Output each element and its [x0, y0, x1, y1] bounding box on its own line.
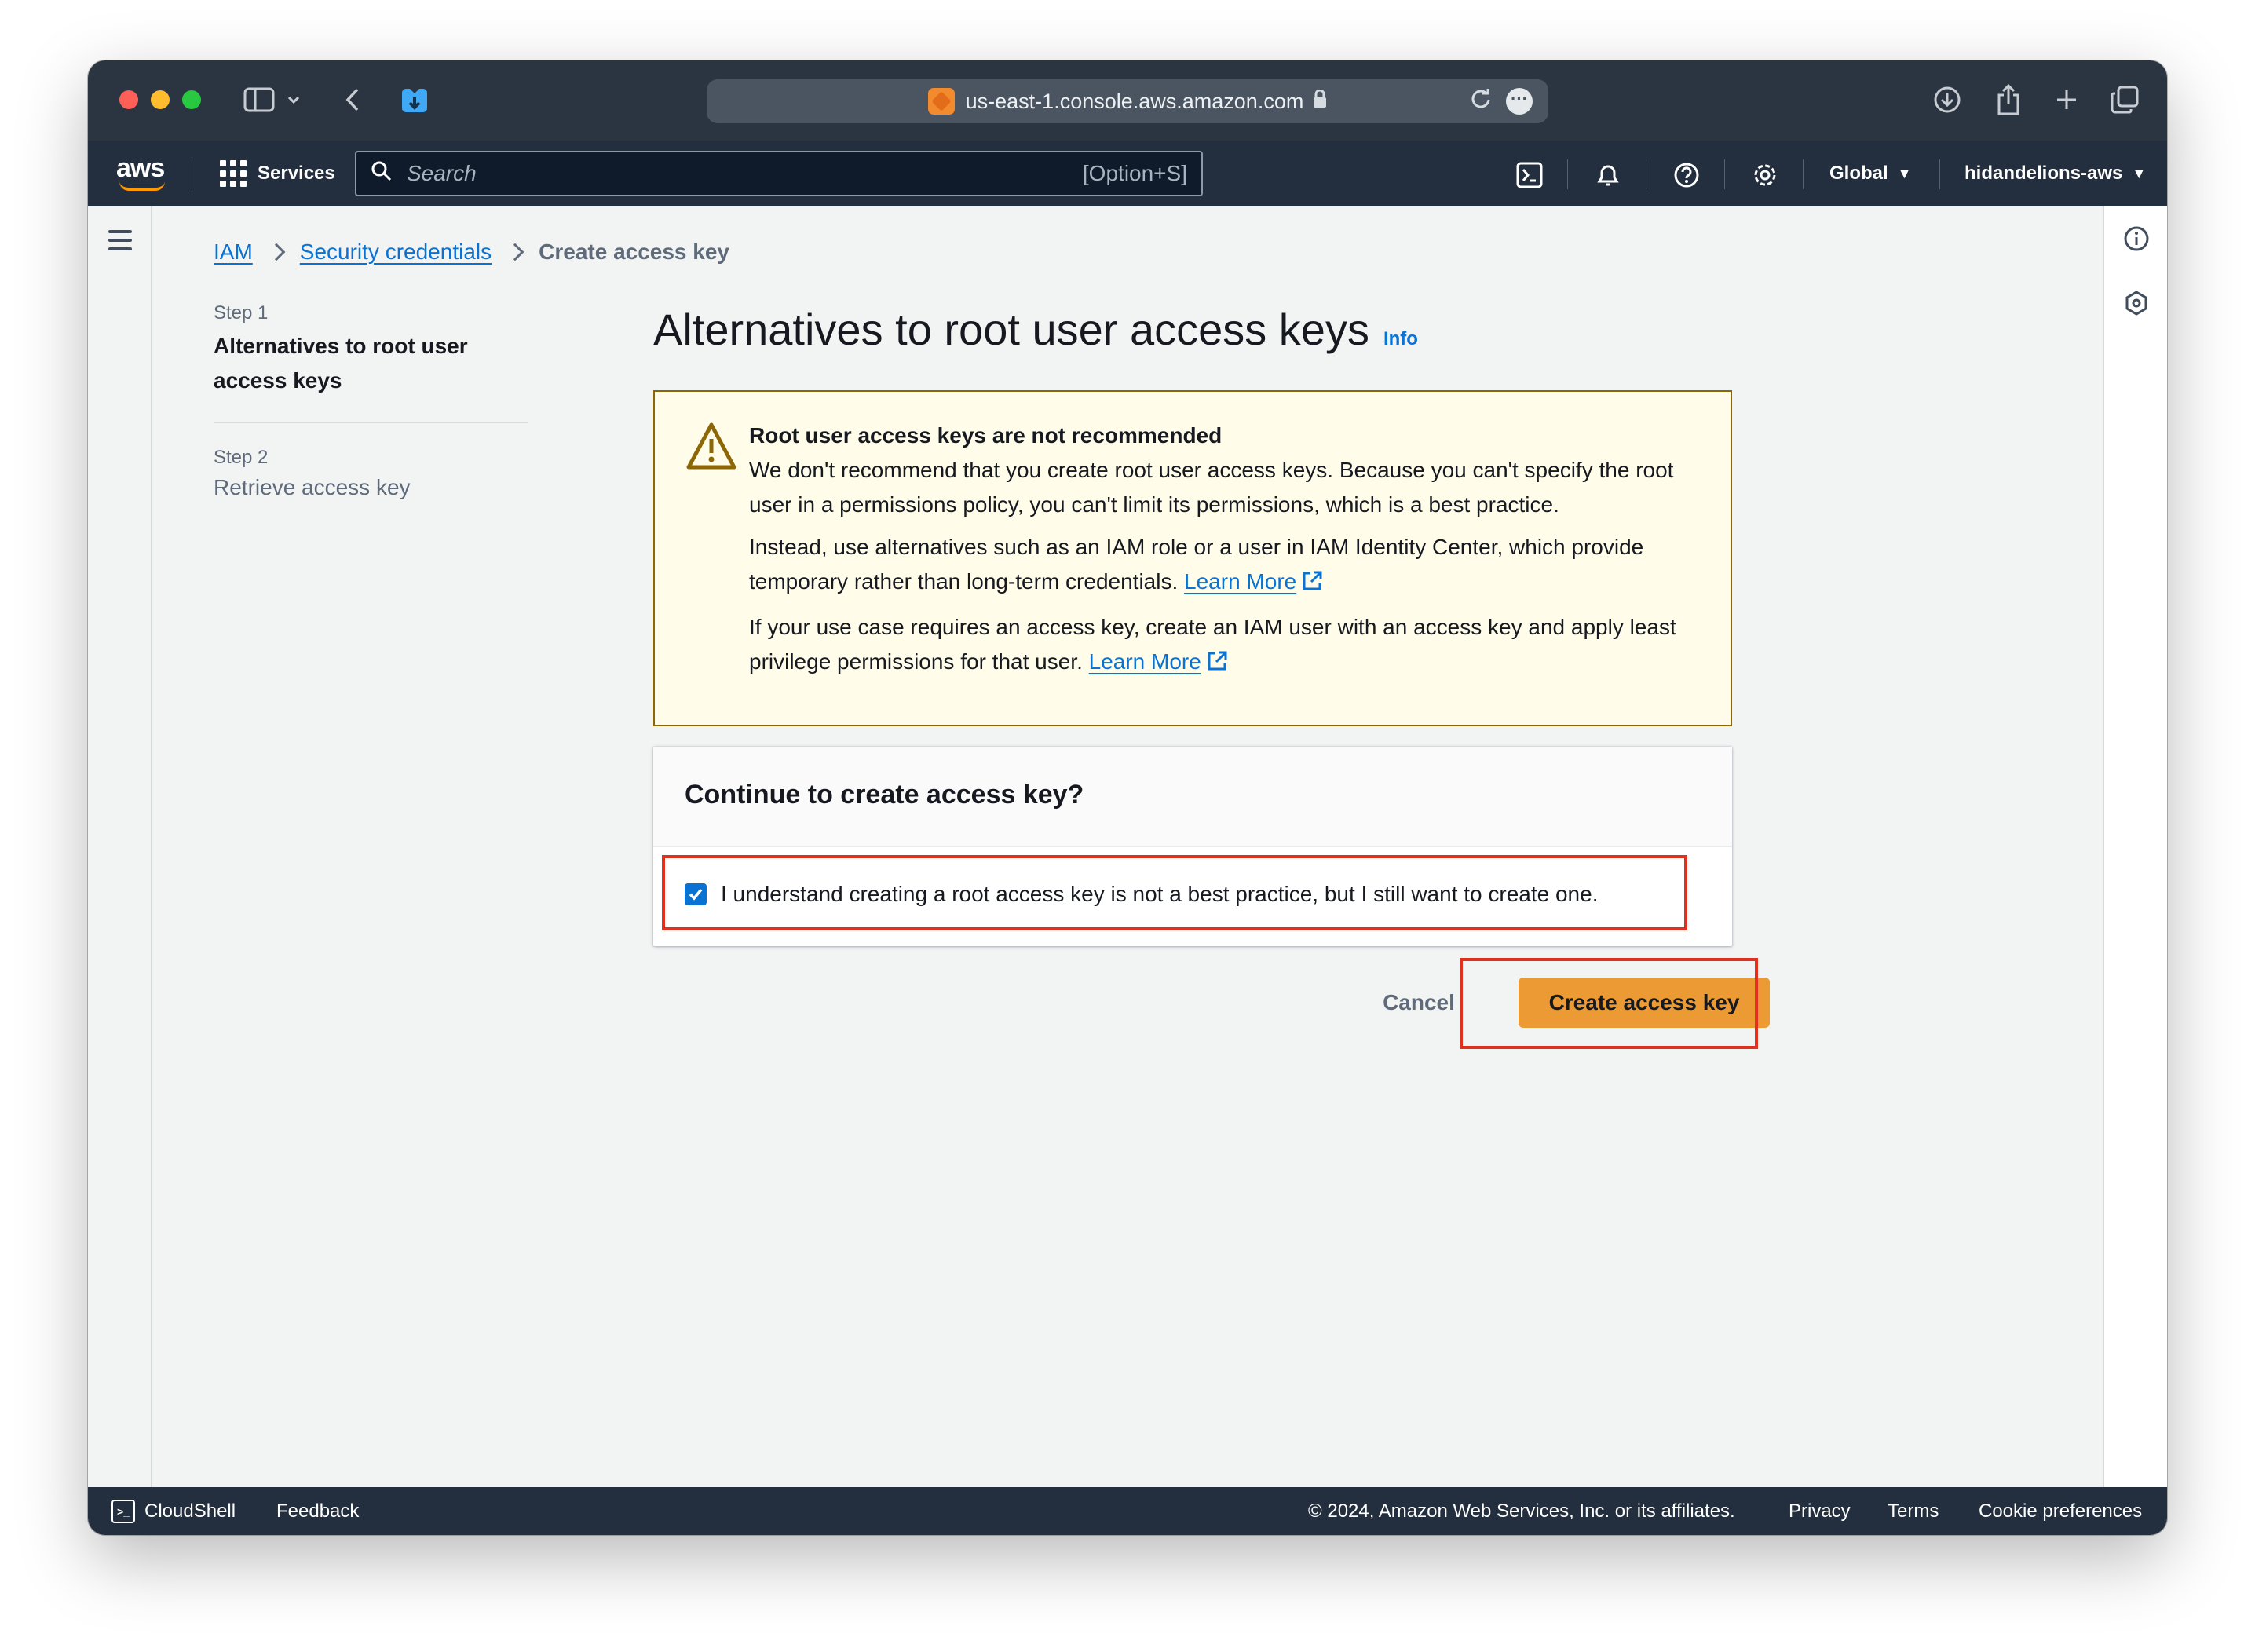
- external-link-icon: [1206, 648, 1228, 682]
- aws-favicon-icon: [927, 88, 955, 115]
- chevron-right-icon: [267, 243, 286, 261]
- wizard-steps: Step 1 Alternatives to root user access …: [214, 302, 528, 500]
- download-icon[interactable]: [1930, 82, 1964, 117]
- hamburger-menu-icon[interactable]: [108, 230, 132, 256]
- warning-title: Root user access keys are not recommende…: [749, 423, 1223, 448]
- sidebar-toggle-icon[interactable]: [242, 82, 276, 117]
- grid-icon: [220, 160, 247, 187]
- aws-top-navigation: aws Services Search [Option+S] Global ▼ …: [88, 141, 2167, 206]
- back-icon[interactable]: [341, 82, 364, 117]
- close-window-button[interactable]: [119, 90, 138, 109]
- zoom-window-button[interactable]: [182, 90, 201, 109]
- warning-triangle-icon: [686, 422, 736, 470]
- step-2-number: Step 2: [214, 447, 269, 468]
- new-tab-icon[interactable]: [2049, 82, 2084, 117]
- page-header: Alternatives to root user access keys In…: [653, 304, 1418, 355]
- step-divider: [214, 422, 528, 423]
- chevron-down-icon[interactable]: [284, 82, 303, 117]
- console-footer: >_ CloudShell Feedback © 2024, Amazon We…: [88, 1487, 2167, 1535]
- address-bar[interactable]: us-east-1.console.aws.amazon.com ···: [707, 79, 1548, 123]
- cloudshell-icon: >_: [111, 1499, 135, 1523]
- more-options-icon[interactable]: ···: [1506, 87, 1533, 115]
- url-text: us-east-1.console.aws.amazon.com: [965, 89, 1304, 113]
- left-navigation-rail: [88, 206, 152, 1493]
- reload-icon[interactable]: [1470, 87, 1492, 115]
- region-selector[interactable]: Global ▼: [1829, 158, 1912, 189]
- services-menu-button[interactable]: Services: [220, 158, 335, 189]
- share-icon[interactable]: [1991, 82, 2026, 117]
- browser-window: us-east-1.console.aws.amazon.com ··· aws…: [88, 60, 2167, 1535]
- footer-privacy-link[interactable]: Privacy: [1789, 1487, 1851, 1535]
- step-1-title: Alternatives to root user access keys: [214, 334, 468, 393]
- confirmation-header: Continue to create access key?: [653, 747, 1732, 847]
- footer-cookie-preferences-link[interactable]: Cookie preferences: [1979, 1487, 2142, 1535]
- confirmation-heading: Continue to create access key?: [685, 780, 1084, 810]
- search-icon: [371, 160, 393, 188]
- warning-paragraph-1: We don't recommend that you create root …: [749, 458, 1674, 517]
- warning-paragraph-2: Instead, use alternatives such as an IAM…: [749, 530, 1691, 602]
- footer-terms-link[interactable]: Terms: [1888, 1487, 1939, 1535]
- browser-toolbar: us-east-1.console.aws.amazon.com ···: [88, 60, 2167, 141]
- minimize-window-button[interactable]: [151, 90, 170, 109]
- learn-more-link-1[interactable]: Learn More: [1184, 569, 1296, 594]
- external-link-icon: [1301, 568, 1323, 602]
- step-2-title: Retrieve access key: [214, 475, 411, 499]
- search-placeholder: Search: [407, 161, 477, 185]
- caret-down-icon: ▼: [1897, 165, 1912, 181]
- tab-overview-icon[interactable]: [2107, 82, 2142, 117]
- breadcrumb: IAM Security credentials Create access k…: [214, 239, 729, 265]
- info-link[interactable]: Info: [1383, 328, 1418, 350]
- annotation-highlight-create-button: [1460, 958, 1758, 1049]
- right-tools-rail: [2103, 206, 2167, 1493]
- cloudshell-icon[interactable]: [1514, 159, 1545, 191]
- info-panel-icon[interactable]: [2122, 224, 2151, 254]
- footer-copyright: © 2024, Amazon Web Services, Inc. or its…: [1308, 1500, 1735, 1522]
- warning-paragraph-3: If your use case requires an access key,…: [749, 610, 1691, 682]
- aws-logo[interactable]: aws: [116, 155, 171, 192]
- warning-alert: Root user access keys are not recommende…: [653, 390, 1732, 726]
- notifications-bell-icon[interactable]: [1592, 159, 1624, 191]
- search-input[interactable]: Search [Option+S]: [355, 151, 1203, 196]
- annotation-highlight-checkbox: [662, 855, 1687, 930]
- footer-feedback-link[interactable]: Feedback: [276, 1487, 359, 1535]
- chevron-right-icon: [506, 243, 524, 261]
- breadcrumb-security-credentials-link[interactable]: Security credentials: [300, 239, 492, 265]
- learn-more-link-2[interactable]: Learn More: [1089, 649, 1201, 674]
- lock-icon: [1313, 89, 1327, 114]
- step-1-number: Step 1: [214, 302, 269, 323]
- breadcrumb-iam-link[interactable]: IAM: [214, 239, 253, 265]
- settings-gear-icon[interactable]: [1749, 159, 1781, 191]
- search-shortcut-hint: [Option+S]: [1082, 161, 1187, 185]
- account-menu[interactable]: hidandelions-aws ▼: [1964, 158, 2146, 189]
- page-title: Alternatives to root user access keys: [653, 305, 1369, 354]
- caret-down-icon: ▼: [2132, 165, 2147, 181]
- footer-cloudshell-button[interactable]: >_ CloudShell: [111, 1487, 236, 1535]
- support-hexagon-icon[interactable]: [2122, 288, 2151, 318]
- help-icon[interactable]: [1671, 159, 1702, 191]
- shield-extension-icon[interactable]: [397, 82, 432, 117]
- breadcrumb-current: Create access key: [539, 239, 729, 264]
